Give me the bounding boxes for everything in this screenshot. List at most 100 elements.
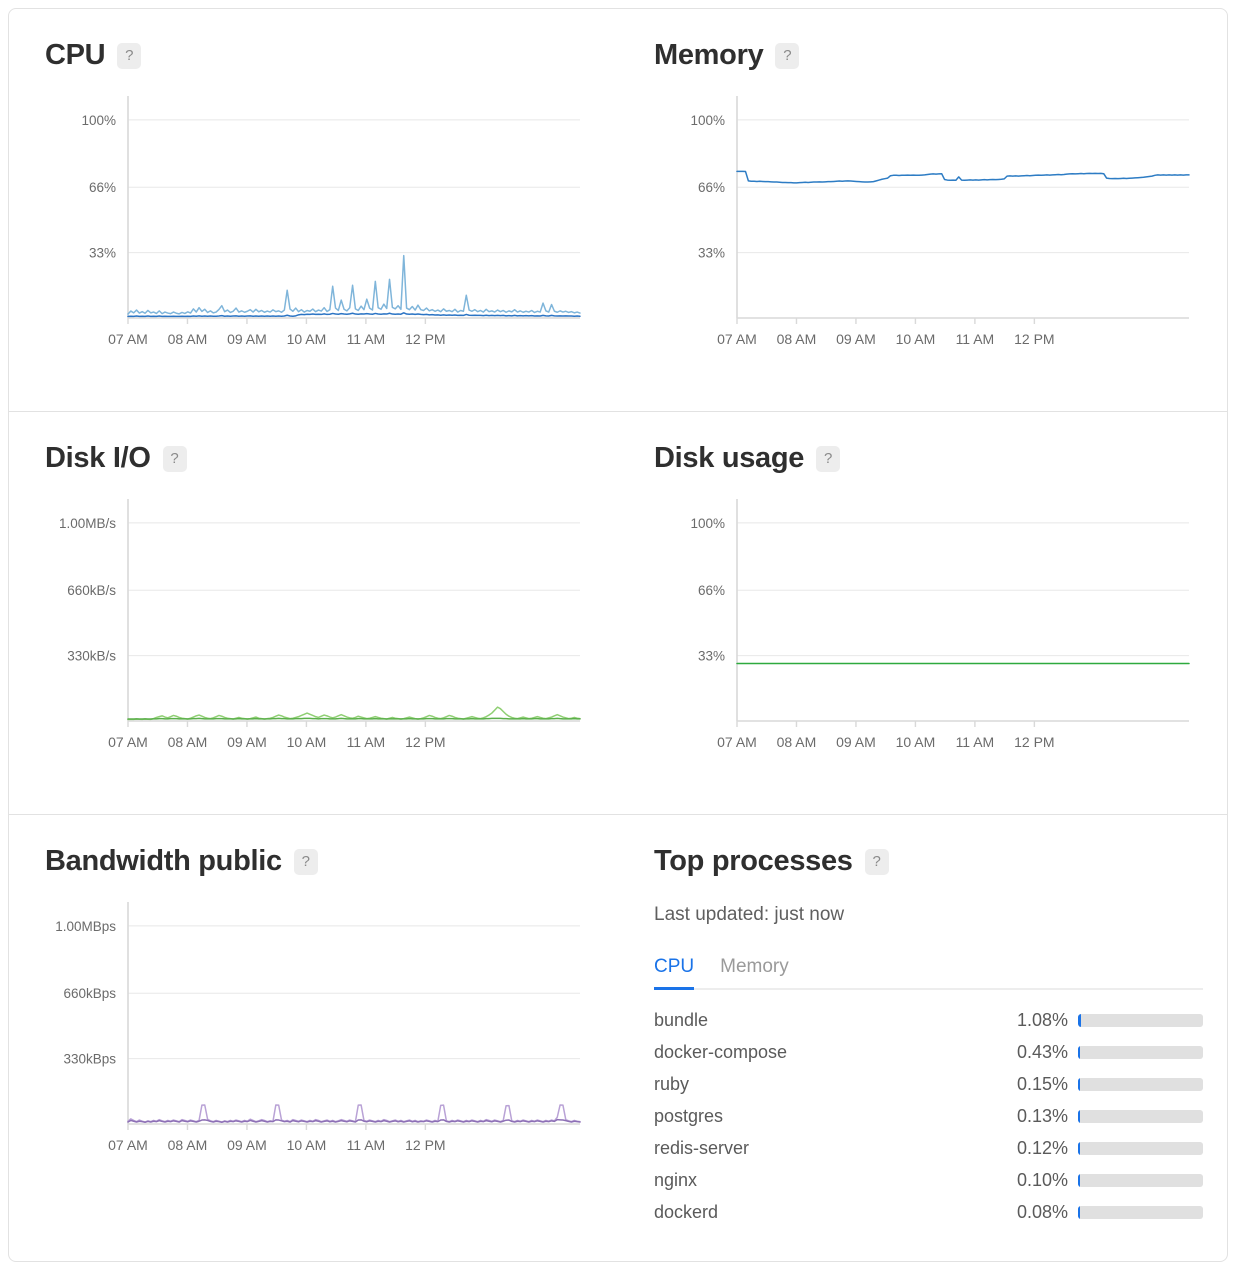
bandwidth-chart-svg: 330kBps 660kBps 1.00MBps 07 AM 08 AM 09 AM 10 …	[55, 902, 581, 1153]
svg-text:660kBps: 660kBps	[63, 986, 116, 1001]
last-updated-label: Last updated: just now	[654, 904, 845, 925]
cpu-chart-svg: 33% 66% 100% 07 AM 08 AM 09 AM 10 AM 11 AM 12 PM	[81, 96, 581, 347]
svg-text:11 AM: 11 AM	[347, 1137, 386, 1153]
svg-text:66%: 66%	[698, 583, 725, 598]
process-name: postgres	[654, 1105, 724, 1126]
panel-cpu: CPU ? 33% 66% 100% 07 AM 08 AM 09 AM 10 AM 11 A…	[9, 9, 618, 411]
process-usage-bar-fill	[1078, 1141, 1080, 1155]
process-name: dockerd	[654, 1201, 719, 1222]
panel-bandwidth-title: Bandwidth public	[45, 845, 282, 877]
process-percent: 1.08%	[1016, 1009, 1068, 1030]
process-usage-bar-fill	[1078, 1109, 1080, 1123]
process-usage-bar	[1078, 1109, 1203, 1123]
svg-text:66%: 66%	[89, 180, 116, 195]
process-row: bundle 1.08%	[654, 1004, 1203, 1036]
panel-top-processes: Top processes ? Last updated: just now C…	[618, 815, 1227, 1261]
help-icon[interactable]: ?	[864, 848, 889, 875]
metrics-row-1: CPU ? 33% 66% 100% 07 AM 08 AM 09 AM 10 AM 11 A…	[9, 9, 1227, 412]
process-percent: 0.08%	[1016, 1201, 1068, 1222]
help-icon[interactable]: ?	[816, 445, 841, 472]
process-row: ruby 0.15%	[654, 1068, 1203, 1100]
top-processes-tabs: CPU Memory	[654, 956, 1203, 990]
memory-chart[interactable]: 33% 66% 100% 07 AM 08 AM 09 AM 10 AM 11 AM 12 PM	[642, 92, 1203, 360]
tab-cpu[interactable]: CPU	[654, 956, 695, 990]
svg-text:09 AM: 09 AM	[227, 1137, 267, 1153]
svg-text:10 AM: 10 AM	[287, 734, 327, 750]
svg-text:08 AM: 08 AM	[777, 734, 817, 750]
panel-bandwidth-header: Bandwidth public ?	[45, 847, 594, 876]
svg-text:660kB/s: 660kB/s	[67, 583, 116, 598]
disk-io-chart[interactable]: 330kB/s 660kB/s 1.00MB/s 07 AM 08 AM 09 AM 10 …	[33, 495, 594, 763]
panel-disk-usage-title: Disk usage	[654, 442, 805, 474]
process-percent: 0.13%	[1016, 1105, 1068, 1126]
metrics-row-2: Disk I/O ? 330kB/s 660kB/s 1.00MB/s 07 AM 08…	[9, 412, 1227, 815]
svg-text:33%: 33%	[89, 246, 116, 261]
svg-text:12 PM: 12 PM	[1014, 734, 1054, 750]
panel-memory-title: Memory	[654, 39, 764, 71]
memory-chart-svg: 33% 66% 100% 07 AM 08 AM 09 AM 10 AM 11 AM 12 PM	[690, 96, 1190, 347]
svg-text:07 AM: 07 AM	[108, 734, 148, 750]
svg-text:10 AM: 10 AM	[896, 331, 936, 347]
svg-text:33%: 33%	[698, 246, 725, 261]
panel-cpu-header: CPU ?	[45, 41, 594, 70]
process-percent: 0.12%	[1016, 1137, 1068, 1158]
disk-usage-chart[interactable]: 33% 66% 100% 07 AM 08 AM 09 AM 10 AM 11 AM 12 PM	[642, 495, 1203, 763]
help-icon[interactable]: ?	[775, 42, 800, 69]
svg-text:12 PM: 12 PM	[1014, 331, 1054, 347]
svg-text:07 AM: 07 AM	[108, 1137, 148, 1153]
svg-text:07 AM: 07 AM	[717, 734, 757, 750]
svg-text:100%: 100%	[690, 113, 725, 128]
process-name: redis-server	[654, 1137, 750, 1158]
svg-text:12 PM: 12 PM	[405, 734, 445, 750]
svg-text:100%: 100%	[690, 516, 725, 531]
metrics-row-3: Bandwidth public ? 330kBps 660kBps 1.00MBp…	[9, 815, 1227, 1261]
process-row: postgres 0.13%	[654, 1100, 1203, 1132]
svg-text:11 AM: 11 AM	[347, 331, 386, 347]
bandwidth-chart[interactable]: 330kBps 660kBps 1.00MBps 07 AM 08 AM 09 AM 10 …	[33, 898, 594, 1166]
process-usage-bar	[1078, 1045, 1203, 1059]
process-name: ruby	[654, 1073, 690, 1094]
svg-text:09 AM: 09 AM	[227, 734, 267, 750]
process-usage-bar	[1078, 1141, 1203, 1155]
top-processes-list: bundle 1.08% docker-compose 0.43% ruby 0.15% p…	[654, 1004, 1203, 1228]
svg-text:11 AM: 11 AM	[956, 331, 995, 347]
panel-disk-io-title: Disk I/O	[45, 442, 151, 474]
svg-text:08 AM: 08 AM	[168, 331, 208, 347]
help-icon[interactable]: ?	[162, 445, 187, 472]
dashboard-root: CPU ? 33% 66% 100% 07 AM 08 AM 09 AM 10 AM 11 A…	[0, 0, 1236, 1270]
process-usage-bar	[1078, 1173, 1203, 1187]
process-usage-bar-fill	[1078, 1077, 1080, 1091]
process-usage-bar-fill	[1078, 1205, 1080, 1219]
cpu-chart[interactable]: 33% 66% 100% 07 AM 08 AM 09 AM 10 AM 11 AM 12 PM	[33, 92, 594, 360]
panel-top-processes-title: Top processes	[654, 845, 853, 877]
svg-text:10 AM: 10 AM	[287, 331, 327, 347]
disk-usage-chart-svg: 33% 66% 100% 07 AM 08 AM 09 AM 10 AM 11 AM 12 PM	[690, 499, 1190, 750]
svg-text:08 AM: 08 AM	[168, 734, 208, 750]
panel-disk-usage-header: Disk usage ?	[654, 444, 1203, 473]
panel-memory-header: Memory ?	[654, 41, 1203, 70]
panel-bandwidth: Bandwidth public ? 330kBps 660kBps 1.00MBp…	[9, 815, 618, 1261]
svg-text:33%: 33%	[698, 649, 725, 664]
svg-text:08 AM: 08 AM	[168, 1137, 208, 1153]
panel-disk-io-header: Disk I/O ?	[45, 444, 594, 473]
process-percent: 0.15%	[1016, 1073, 1068, 1094]
svg-text:10 AM: 10 AM	[287, 1137, 327, 1153]
process-row: nginx 0.10%	[654, 1164, 1203, 1196]
svg-text:11 AM: 11 AM	[347, 734, 386, 750]
svg-text:12 PM: 12 PM	[405, 1137, 445, 1153]
svg-text:09 AM: 09 AM	[227, 331, 267, 347]
svg-text:330kB/s: 330kB/s	[67, 649, 116, 664]
process-usage-bar-fill	[1078, 1013, 1081, 1027]
svg-text:10 AM: 10 AM	[896, 734, 936, 750]
help-icon[interactable]: ?	[293, 848, 318, 875]
panel-memory: Memory ? 33% 66% 100% 07 AM 08 AM 09 AM 10 AM 1…	[618, 9, 1227, 411]
svg-text:12 PM: 12 PM	[405, 331, 445, 347]
process-usage-bar	[1078, 1013, 1203, 1027]
panel-cpu-title: CPU	[45, 39, 106, 71]
process-usage-bar-fill	[1078, 1173, 1080, 1187]
svg-text:11 AM: 11 AM	[956, 734, 995, 750]
svg-text:07 AM: 07 AM	[108, 331, 148, 347]
help-icon[interactable]: ?	[117, 42, 142, 69]
tab-memory[interactable]: Memory	[720, 956, 789, 988]
metrics-card: CPU ? 33% 66% 100% 07 AM 08 AM 09 AM 10 AM 11 A…	[8, 8, 1228, 1262]
